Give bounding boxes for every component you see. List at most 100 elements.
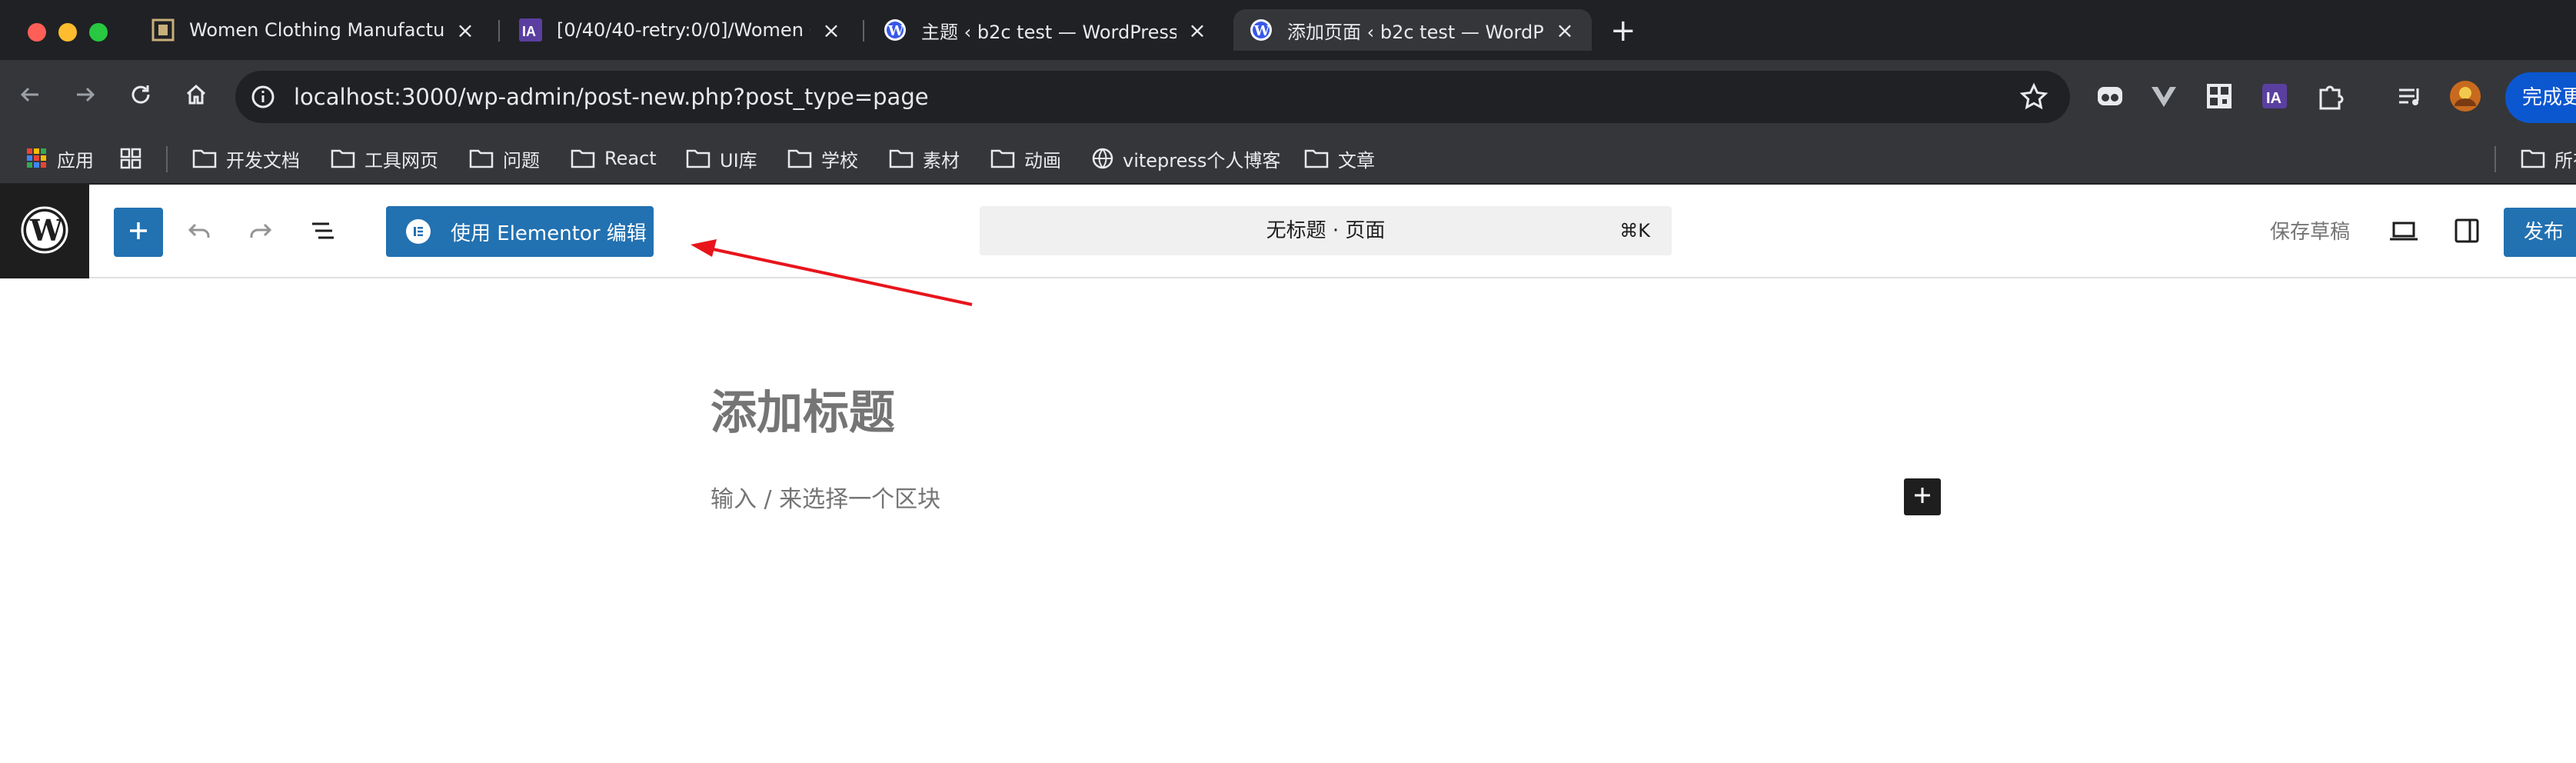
folder-icon [571, 148, 595, 169]
bookmark-label: 所有书签 [2554, 149, 2576, 172]
reading-list-icon[interactable] [2393, 79, 2427, 113]
bookmark-folder[interactable]: React [571, 143, 657, 174]
elementor-icon [406, 219, 431, 244]
bookmark-folder[interactable]: 动画 [990, 143, 1061, 174]
tab-close-icon[interactable]: × [454, 18, 477, 43]
add-block-button[interactable] [114, 208, 163, 257]
document-overview-button[interactable] [298, 208, 348, 257]
bookmark-folder[interactable]: 工具网页 [331, 143, 438, 174]
bookmark-grid[interactable] [120, 143, 151, 174]
browser-tab[interactable]: W 主题 ‹ b2c test — WordPress × [867, 9, 1224, 51]
bookmark-link[interactable]: vitepress个人博客 [1092, 143, 1280, 174]
reload-button[interactable] [120, 75, 161, 117]
arrow-right-icon [74, 83, 97, 109]
bookmark-star-icon[interactable] [2018, 81, 2050, 113]
address-bar[interactable]: localhost:3000/wp-admin/post-new.php?pos… [235, 71, 2070, 123]
bookmark-label: 应用 [57, 149, 94, 172]
bookmark-separator [2494, 146, 2496, 172]
window-maximize-button[interactable] [89, 23, 108, 42]
new-tab-button[interactable]: + [1610, 14, 1636, 48]
svg-text:W: W [29, 213, 64, 248]
bookmarks-bar: 应用 开发文档 工具网页 问题 React UI库 学校 素材 动画 vitep… [0, 132, 2576, 185]
elementor-button-label: 使用 Elementor 编辑 [451, 222, 647, 245]
laptop-icon [2388, 217, 2419, 248]
publish-button[interactable]: 发布 [2504, 208, 2576, 257]
puzzle-icon[interactable] [2313, 79, 2347, 113]
bookmark-label: 动画 [1024, 149, 1061, 172]
folder-icon [192, 148, 217, 169]
browser-tab[interactable]: Women Clothing Manufacture × [135, 9, 492, 51]
wordpress-logo-button[interactable]: W [0, 185, 89, 278]
globe-icon [1092, 148, 1113, 169]
bookmark-apps[interactable]: 应用 [26, 143, 94, 174]
tab-close-icon[interactable]: × [1186, 18, 1209, 43]
bookmark-icon [151, 18, 175, 42]
window-close-button[interactable] [28, 23, 46, 42]
back-button[interactable] [9, 75, 51, 117]
tab-close-icon[interactable]: × [820, 18, 843, 43]
bookmark-folder[interactable]: 素材 [889, 143, 960, 174]
vue-devtools-icon[interactable] [2147, 79, 2181, 113]
bookmark-separator [166, 146, 168, 172]
ia-icon[interactable]: IA [2258, 79, 2291, 113]
forward-button[interactable] [65, 75, 106, 117]
browser-tab-active[interactable]: W 添加页面 ‹ b2c test — WordPr × [1233, 9, 1592, 51]
tab-title: 主题 ‹ b2c test — WordPress [921, 21, 1177, 43]
folder-icon [2521, 148, 2545, 169]
settings-sidebar-button[interactable] [2442, 208, 2491, 257]
svg-text:IA: IA [2266, 90, 2281, 107]
window-minimize-button[interactable] [58, 23, 77, 42]
undo-button[interactable] [175, 208, 225, 257]
bookmark-folder[interactable]: 学校 [787, 143, 858, 174]
edit-with-elementor-button[interactable]: 使用 Elementor 编辑 [386, 206, 654, 257]
bookmark-label: React [604, 148, 657, 169]
bookmark-label: 工具网页 [364, 149, 438, 172]
bookmark-folder[interactable]: 问题 [469, 143, 540, 174]
plus-icon [127, 219, 150, 245]
command-palette-bar[interactable]: 无标题 · 页面 ⌘K [980, 206, 1672, 255]
folder-icon [469, 148, 494, 169]
bookmark-folder[interactable]: 文章 [1304, 143, 1375, 174]
inline-add-block-button[interactable] [1904, 478, 1941, 515]
finish-update-button[interactable]: 完成更新 [2505, 72, 2576, 123]
home-button[interactable] [175, 75, 217, 117]
editor-header: W 使用 Elementor 编辑 无标题 · 页面 ⌘K 保存草稿 发布 [0, 185, 2576, 278]
svg-text:W: W [1253, 23, 1270, 39]
url-text: localhost:3000/wp-admin/post-new.php?pos… [294, 84, 929, 110]
folder-icon [990, 148, 1015, 169]
browser-tab[interactable]: IA [0/40/40-retry:0/0]/Women C × [503, 9, 858, 51]
save-draft-button[interactable]: 保存草稿 [2270, 208, 2350, 257]
redo-icon [246, 217, 274, 248]
bookmark-label: 学校 [821, 149, 858, 172]
redo-button[interactable] [235, 208, 285, 257]
bookmark-label: 问题 [503, 149, 540, 172]
folder-icon [1304, 148, 1329, 169]
site-info-icon[interactable] [248, 82, 278, 112]
tab-separator [498, 20, 500, 42]
bookmark-folder[interactable]: UI库 [686, 143, 757, 174]
bookmark-label: 素材 [923, 149, 960, 172]
tab-close-icon[interactable]: × [1553, 18, 1576, 43]
undo-icon [186, 217, 214, 248]
arrow-left-icon [18, 83, 42, 109]
tab-title: 添加页面 ‹ b2c test — WordPr [1287, 21, 1544, 43]
bookmark-label: UI库 [720, 149, 757, 172]
keyboard-shortcut: ⌘K [1619, 220, 1650, 242]
wordpress-icon: W [883, 18, 907, 42]
bookmark-label: vitepress个人博客 [1123, 149, 1281, 172]
default-block-appender[interactable]: 输入 / 来选择一个区块 [711, 480, 940, 514]
extension-icon[interactable] [2093, 79, 2127, 113]
tab-title: Women Clothing Manufacture [189, 19, 444, 41]
bookmark-all-folder[interactable]: 所有书签 [2521, 143, 2576, 174]
post-title-input[interactable]: 添加标题 [711, 375, 895, 442]
plus-icon [1912, 485, 1932, 508]
folder-icon [787, 148, 812, 169]
sidebar-icon [2453, 217, 2481, 248]
folder-icon [331, 148, 355, 169]
qr-code-icon[interactable] [2202, 79, 2236, 113]
avatar[interactable] [2448, 79, 2482, 113]
preview-button[interactable] [2379, 208, 2428, 257]
wordpress-icon: W [1249, 18, 1273, 42]
home-icon [185, 83, 208, 109]
bookmark-folder[interactable]: 开发文档 [192, 143, 300, 174]
